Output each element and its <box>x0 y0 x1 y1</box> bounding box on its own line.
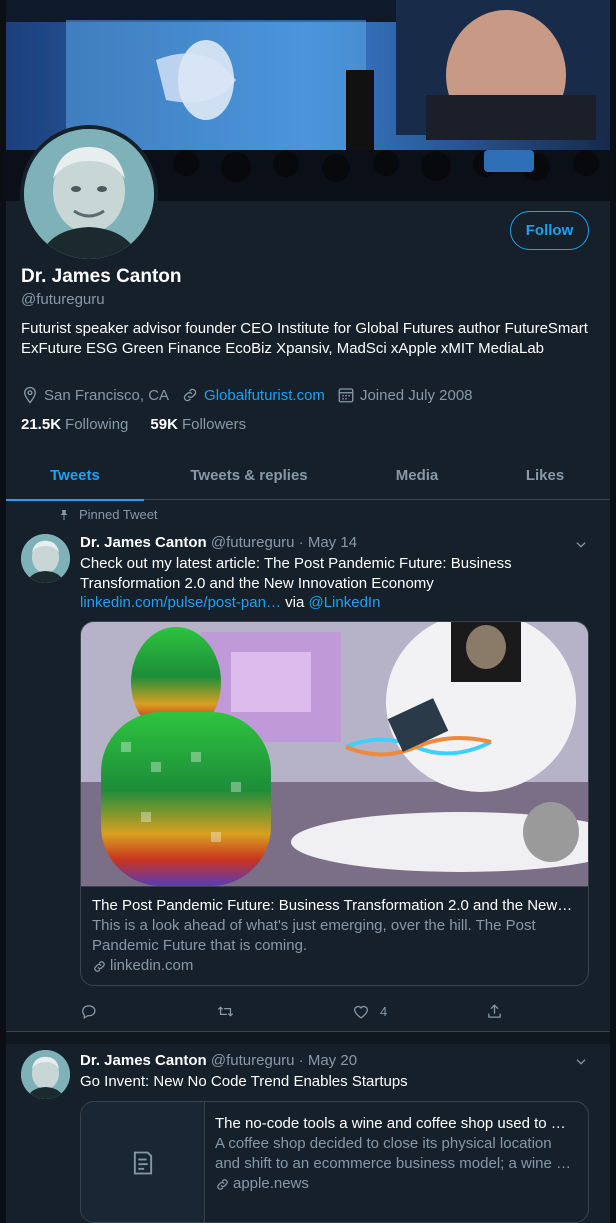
profile-tabs: Tweets Tweets & replies Media Likes <box>6 450 610 501</box>
link-card[interactable]: The Post Pandemic Future: Business Trans… <box>80 621 589 986</box>
tweet-actions: 4 <box>80 1001 510 1021</box>
tweet-link[interactable]: linkedin.com/pulse/post-pan… <box>80 594 281 611</box>
card-body: The no-code tools a wine and coffee shop… <box>205 1102 588 1222</box>
tweet-separator <box>6 1032 610 1044</box>
tweet-author-handle[interactable]: @futureguru <box>211 534 295 551</box>
reply-icon <box>82 1004 96 1019</box>
tweet-text: Go Invent: New No Code Trend Enables Sta… <box>80 1073 408 1090</box>
tweet-author-name[interactable]: Dr. James Canton <box>80 534 207 551</box>
tweet-avatar[interactable] <box>21 534 70 583</box>
profile-website[interactable]: Globalfuturist.com <box>181 386 325 404</box>
tweet-pinned[interactable]: Pinned Tweet Dr. James Canton @futuregur… <box>6 501 610 1032</box>
joined-text: Joined July 2008 <box>359 386 473 404</box>
tweet-item[interactable]: Dr. James Canton @futureguru · May 20 Go… <box>6 1044 610 1223</box>
card-domain-text: apple.news <box>233 1175 309 1192</box>
card-description: A coffee shop decided to close its physi… <box>215 1135 572 1172</box>
followers-count[interactable]: 59K Followers <box>150 416 246 433</box>
window-edge-right <box>610 0 616 1223</box>
tweet-body: Check out my latest article: The Post Pa… <box>80 555 512 592</box>
following-label: Following <box>65 416 129 433</box>
card-title: The Post Pandemic Future: Business Trans… <box>92 897 573 914</box>
card-domain: linkedin.com <box>92 956 577 976</box>
card-domain: apple.news <box>215 1174 578 1194</box>
card-title: The no-code tools a wine and coffee shop… <box>215 1115 566 1132</box>
tab-media[interactable]: Media <box>354 450 480 500</box>
profile-avatar[interactable] <box>20 125 158 263</box>
tweet-author-handle[interactable]: @futureguru <box>211 1052 295 1069</box>
profile-meta: San Francisco, CA Globalfuturist.com Joi… <box>21 386 485 404</box>
avatar-photo <box>24 129 154 259</box>
pinned-text: Pinned Tweet <box>79 507 158 522</box>
tweet-dot: · <box>298 534 304 551</box>
location-text: San Francisco, CA <box>44 386 170 404</box>
share-icon <box>488 1003 501 1018</box>
like-icon <box>353 1005 369 1019</box>
card-thumbnail <box>81 1102 205 1222</box>
tab-tweets[interactable]: Tweets <box>6 450 144 501</box>
tweet-header: Dr. James Canton @futureguru · May 20 <box>80 1052 357 1069</box>
chevron-down-icon[interactable] <box>574 1055 588 1069</box>
tweet-via: via <box>285 594 305 611</box>
profile-location: San Francisco, CA <box>21 386 169 404</box>
retweet-button[interactable] <box>216 1003 235 1020</box>
tweet-avatar[interactable] <box>21 1050 70 1099</box>
card-image <box>81 622 588 886</box>
card-body: The Post Pandemic Future: Business Trans… <box>81 886 588 985</box>
profile-joined: Joined July 2008 <box>337 386 473 404</box>
profile-bio: Futurist speaker advisor founder CEO Ins… <box>21 320 588 357</box>
link-icon <box>183 388 197 402</box>
tweet-header: Dr. James Canton @futureguru · May 14 <box>80 534 357 551</box>
share-button[interactable] <box>486 1003 503 1020</box>
tab-likes[interactable]: Likes <box>480 450 610 500</box>
tweet-author-name[interactable]: Dr. James Canton <box>80 1052 207 1069</box>
retweet-icon <box>217 1005 234 1017</box>
pin-icon <box>60 509 68 520</box>
calendar-icon <box>338 388 354 403</box>
tab-tweets-replies[interactable]: Tweets & replies <box>144 450 354 500</box>
link-icon <box>217 1178 228 1190</box>
tweet-date[interactable]: May 20 <box>308 1052 357 1069</box>
following-number: 21.5K <box>21 416 62 433</box>
like-button[interactable]: 4 <box>352 1003 387 1020</box>
follow-button[interactable]: Follow <box>510 211 589 250</box>
card-domain-text: linkedin.com <box>110 957 194 974</box>
profile-handle: @futureguru <box>21 291 105 308</box>
location-icon <box>24 386 36 404</box>
profile-name: Dr. James Canton <box>21 266 182 287</box>
tweet-text: Check out my latest article: The Post Pa… <box>80 554 580 613</box>
tweet-mention[interactable]: @LinkedIn <box>308 594 380 611</box>
followers-label: Followers <box>181 416 247 433</box>
link-icon <box>94 960 105 972</box>
profile-counts: 21.5K Following 59K Followers <box>21 416 268 433</box>
pinned-label: Pinned Tweet <box>58 507 158 522</box>
link-card[interactable]: The no-code tools a wine and coffee shop… <box>80 1101 589 1223</box>
chevron-down-icon[interactable] <box>574 538 588 552</box>
like-count: 4 <box>380 1003 388 1019</box>
article-icon <box>133 1151 152 1175</box>
reply-button[interactable] <box>80 1003 97 1020</box>
profile-page: Follow Dr. James Canton @futureguru Futu… <box>0 0 616 1223</box>
website-link[interactable]: Globalfuturist.com <box>204 387 325 404</box>
following-count[interactable]: 21.5K Following <box>21 416 128 433</box>
tweet-date[interactable]: May 14 <box>308 534 357 551</box>
tweet-dot: · <box>298 1052 304 1069</box>
followers-number: 59K <box>150 416 178 433</box>
card-description: This is a look ahead of what's just emer… <box>92 917 536 954</box>
